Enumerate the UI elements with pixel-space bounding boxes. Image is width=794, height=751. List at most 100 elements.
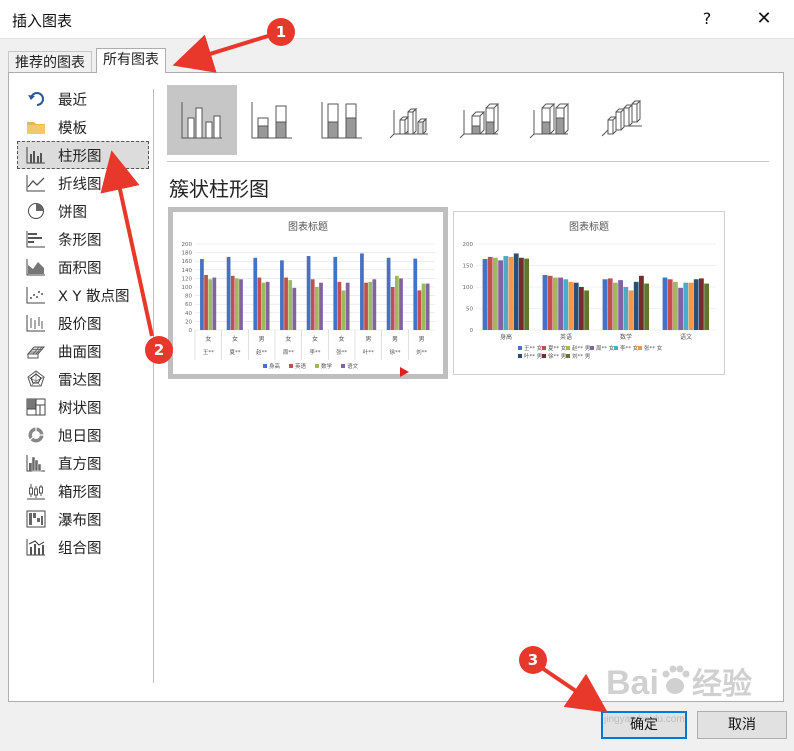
stacked-column-icon	[251, 102, 292, 139]
x-tick-label: 身高	[500, 333, 512, 341]
y-tick-label: 20	[185, 319, 192, 325]
chart-type-recent[interactable]: 最近	[17, 85, 149, 113]
x-tick-label: 数学	[620, 333, 632, 341]
legend-swatch	[518, 354, 522, 358]
histogram-chart-icon	[26, 454, 46, 472]
undo-icon	[26, 90, 46, 108]
chart-type-bar[interactable]: 条形图	[17, 225, 149, 253]
scatter-chart-icon	[26, 286, 46, 304]
chart-bar	[553, 277, 558, 330]
chart-type-list: 最近 模板 柱形图 折线图 饼图 条形图 面积图 X Y 散点图 股价图 曲面图…	[17, 85, 149, 561]
radar-chart-icon	[26, 370, 46, 388]
chart-bar	[257, 277, 262, 330]
help-button[interactable]: ?	[696, 6, 718, 32]
chart-type-label: 树状图	[58, 400, 102, 417]
legend-swatch	[518, 346, 522, 350]
chart-bar	[579, 287, 584, 330]
tab-all-charts[interactable]: 所有图表	[96, 48, 166, 73]
chart-bar	[558, 277, 563, 330]
chart-type-label: 模板	[58, 120, 87, 137]
svg-text:Bai: Bai	[606, 664, 659, 702]
annotation-badge-1: 1	[267, 18, 295, 46]
chart-bar	[413, 258, 418, 330]
chart-preview-1[interactable]: 图表标题 0 20 40 60 80 100 120 140 160 180 200 女王** 女夏**…	[168, 207, 448, 379]
y-tick-label: 80	[185, 294, 192, 300]
chart-bar	[503, 256, 509, 330]
legend-swatch	[263, 364, 267, 368]
x-tick-label: 男	[419, 336, 425, 343]
chart-bar	[493, 257, 498, 330]
legend-swatch	[566, 346, 570, 350]
panel-divider	[153, 89, 154, 683]
chart-bar	[235, 278, 239, 330]
chart-bar	[306, 256, 311, 330]
chart-bar	[639, 275, 644, 330]
column-chart-icon	[26, 146, 46, 164]
subtype-3d-clustered-column[interactable]	[377, 85, 447, 155]
chart-type-sunburst[interactable]: 旭日图	[17, 421, 149, 449]
x-tick-label: 女	[232, 335, 238, 343]
chart-bar	[265, 281, 270, 330]
chart-bar	[261, 282, 266, 330]
y-tick-label: 120	[182, 276, 193, 282]
y-tick-label: 160	[182, 259, 193, 265]
sunburst-chart-icon	[26, 426, 46, 444]
3d-stacked-column-icon	[459, 102, 499, 139]
subtype-stacked-column[interactable]	[237, 85, 307, 155]
tab-recommended-charts[interactable]: 推荐的图表	[8, 51, 92, 72]
chart-bar	[662, 277, 668, 330]
chart-type-stock[interactable]: 股价图	[17, 309, 149, 337]
legend-swatch	[638, 346, 642, 350]
y-tick-label: 60	[185, 302, 192, 308]
chart-type-label: 饼图	[58, 204, 87, 221]
chart-bar	[395, 275, 399, 330]
subtype-3d-100-stacked-column[interactable]	[517, 85, 587, 155]
chart-bar	[280, 260, 284, 330]
chart-type-area[interactable]: 面积图	[17, 253, 149, 281]
chart-bar	[345, 282, 350, 330]
chart-type-pie[interactable]: 饼图	[17, 197, 149, 225]
chart-preview-2[interactable]: 图表标题 0 50 100 150 200 身高 英语 数学 语文 王** 女夏** 女赵** 男…	[453, 211, 725, 375]
chart-bar	[607, 278, 613, 330]
chart-type-box-whisker[interactable]: 箱形图	[17, 477, 149, 505]
chart-bar	[673, 281, 678, 330]
chart-bar	[644, 283, 649, 330]
chart-type-line[interactable]: 折线图	[17, 169, 149, 197]
chart-type-radar[interactable]: 雷达图	[17, 365, 149, 393]
chart-type-histogram[interactable]: 直方图	[17, 449, 149, 477]
legend-swatch	[315, 364, 319, 368]
chart-type-label: 曲面图	[58, 344, 102, 361]
chart-bar	[568, 281, 574, 330]
subtype-3d-column[interactable]	[587, 85, 657, 155]
y-tick-label: 40	[185, 311, 192, 317]
chart-type-waterfall[interactable]: 瀑布图	[17, 505, 149, 533]
chart-type-combo[interactable]: 组合图	[17, 533, 149, 561]
chart-bar	[315, 287, 319, 330]
chart-bar	[487, 256, 493, 330]
chart-bar	[288, 280, 293, 330]
chart-type-templates[interactable]: 模板	[17, 113, 149, 141]
subtype-3d-stacked-column[interactable]	[447, 85, 517, 155]
chart-bar	[513, 253, 519, 330]
subtype-100-stacked-column[interactable]	[307, 85, 377, 155]
chart-type-label: 直方图	[58, 456, 102, 473]
chart-bar	[628, 290, 634, 330]
waterfall-chart-icon	[26, 510, 46, 528]
chart-bar	[542, 274, 548, 330]
chart-bar	[498, 260, 503, 330]
chart-bar	[386, 257, 391, 330]
chart-type-treemap[interactable]: 树状图	[17, 393, 149, 421]
chart-bar	[667, 279, 673, 330]
chart-type-column[interactable]: 柱形图	[17, 141, 149, 169]
chart-type-scatter[interactable]: X Y 散点图	[17, 281, 149, 309]
close-icon[interactable]: ✕	[752, 6, 776, 32]
subtype-clustered-column[interactable]	[167, 85, 237, 155]
chart-bar	[482, 259, 488, 330]
chart-type-label: 折线图	[58, 176, 102, 193]
chart-bar	[508, 256, 514, 330]
y-tick-label: 100	[182, 285, 193, 291]
chart-type-surface[interactable]: 曲面图	[17, 337, 149, 365]
x-tick-label: 赵**	[256, 348, 267, 356]
legend-label: 李** 女	[620, 344, 639, 352]
legend-label: 徐** 男	[548, 352, 566, 360]
